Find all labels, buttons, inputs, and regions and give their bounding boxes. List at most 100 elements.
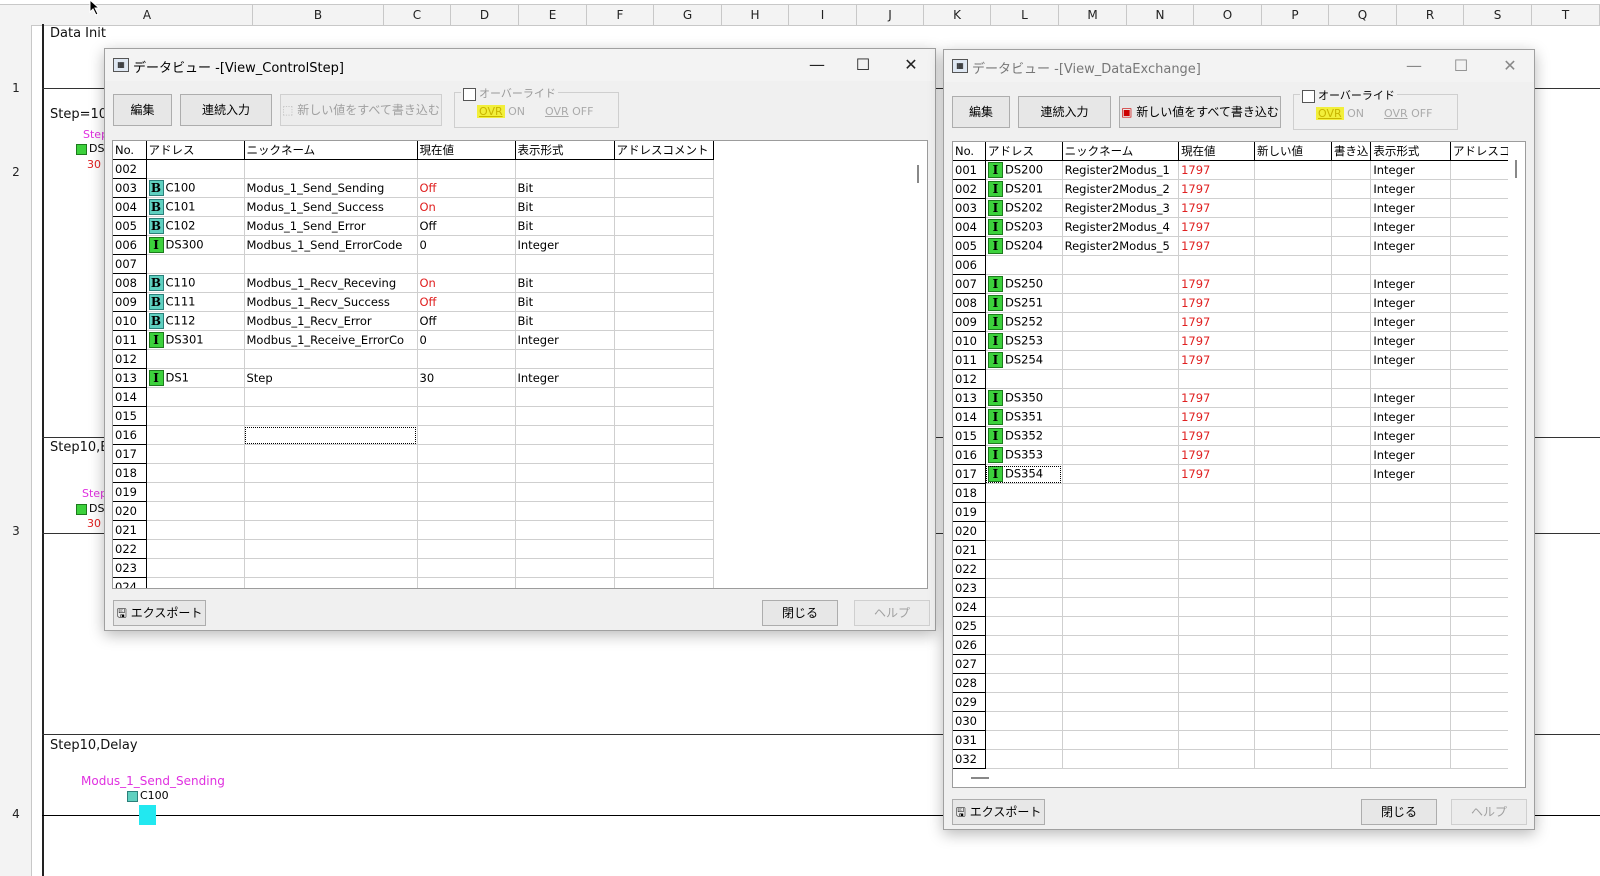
current-value-cell[interactable]: 1797: [1178, 445, 1256, 465]
new-value-cell[interactable]: [1254, 255, 1332, 275]
current-value-cell[interactable]: [1178, 673, 1256, 693]
column-header-h[interactable]: H: [722, 5, 789, 25]
new-value-cell[interactable]: [1254, 559, 1332, 579]
nickname-cell[interactable]: [244, 406, 418, 426]
format-cell[interactable]: [1370, 635, 1451, 655]
current-value-cell[interactable]: 1797: [1178, 160, 1256, 180]
column-header-j[interactable]: J: [857, 5, 924, 25]
nickname-cell[interactable]: [1062, 692, 1180, 712]
format-cell[interactable]: [1370, 654, 1451, 674]
nickname-cell[interactable]: [1062, 749, 1180, 769]
column-header-d[interactable]: D: [451, 5, 519, 25]
current-value-cell[interactable]: 1797: [1178, 236, 1256, 256]
address-comment-cell[interactable]: [614, 501, 714, 521]
continuous-input-button[interactable]: 連続入力: [180, 94, 272, 126]
column-header[interactable]: 現在値: [1178, 142, 1256, 161]
new-value-cell[interactable]: [1254, 464, 1332, 484]
current-value-cell[interactable]: 1797: [1178, 388, 1256, 408]
table-row[interactable]: 003 B C100 Modus_1_Send_Sending Off Bit: [113, 178, 714, 198]
address-cell[interactable]: [985, 749, 1063, 769]
new-value-cell[interactable]: [1254, 578, 1332, 598]
nickname-cell[interactable]: Register2Modus_1: [1062, 160, 1180, 180]
address-cell[interactable]: [146, 444, 245, 464]
address-comment-cell[interactable]: [614, 159, 714, 179]
write-cell[interactable]: [1331, 217, 1372, 237]
format-cell[interactable]: [515, 482, 615, 502]
table-row[interactable]: 008 B C110 Modbus_1_Recv_Receving On Bit: [113, 273, 714, 293]
scrollbar-thumb[interactable]: [1515, 160, 1517, 178]
table-row[interactable]: 028: [953, 673, 1525, 693]
nickname-cell[interactable]: [1062, 673, 1180, 693]
format-cell[interactable]: [1370, 616, 1451, 636]
table-row[interactable]: 025: [953, 616, 1525, 636]
table-row[interactable]: 027: [953, 654, 1525, 674]
table-row[interactable]: 020: [113, 501, 714, 521]
table-row[interactable]: 014 I DS351 1797 Integer: [953, 407, 1525, 427]
write-cell[interactable]: [1331, 179, 1372, 199]
address-cell[interactable]: I DS353: [985, 445, 1063, 465]
nickname-cell[interactable]: [1062, 331, 1180, 351]
address-comment-cell[interactable]: [614, 387, 714, 407]
write-cell[interactable]: [1331, 464, 1372, 484]
format-cell[interactable]: Integer: [1370, 445, 1451, 465]
format-cell[interactable]: [1370, 502, 1451, 522]
new-value-cell[interactable]: [1254, 483, 1332, 503]
format-cell[interactable]: [1370, 711, 1451, 731]
table-row[interactable]: 018: [113, 463, 714, 483]
nickname-cell[interactable]: [1062, 388, 1180, 408]
nickname-cell[interactable]: [244, 444, 418, 464]
horizontal-scrollbar[interactable]: [953, 770, 1508, 787]
nickname-cell[interactable]: [1062, 654, 1180, 674]
current-value-cell[interactable]: 30: [417, 368, 516, 388]
table-row[interactable]: 019: [953, 502, 1525, 522]
format-cell[interactable]: [1370, 483, 1451, 503]
format-cell[interactable]: Integer: [515, 235, 615, 255]
export-button[interactable]: 🖫 エクスポート: [113, 600, 206, 626]
current-value-cell[interactable]: 0: [417, 330, 516, 350]
current-value-cell[interactable]: [1178, 730, 1256, 750]
address-cell[interactable]: [146, 254, 245, 274]
nickname-cell[interactable]: [1062, 597, 1180, 617]
table-row[interactable]: 021: [953, 540, 1525, 560]
address-cell[interactable]: [985, 255, 1063, 275]
format-cell[interactable]: [1370, 255, 1451, 275]
format-cell[interactable]: Bit: [515, 178, 615, 198]
address-cell[interactable]: [985, 559, 1063, 579]
help-button[interactable]: ヘルプ: [854, 600, 930, 626]
address-comment-cell[interactable]: [614, 311, 714, 331]
nickname-cell[interactable]: Modbus_1_Receive_ErrorCo: [244, 330, 418, 350]
column-header[interactable]: No.: [113, 141, 147, 160]
write-cell[interactable]: [1331, 635, 1372, 655]
address-cell[interactable]: I DS253: [985, 331, 1063, 351]
nickname-cell[interactable]: [244, 425, 418, 445]
column-header[interactable]: ニックネーム: [244, 141, 418, 160]
address-cell[interactable]: B C101: [146, 197, 245, 217]
format-cell[interactable]: [1370, 749, 1451, 769]
new-value-cell[interactable]: [1254, 749, 1332, 769]
current-value-cell[interactable]: [417, 482, 516, 502]
nickname-cell[interactable]: [1062, 255, 1180, 275]
table-row[interactable]: 032: [953, 749, 1525, 769]
write-cell[interactable]: [1331, 673, 1372, 693]
address-cell[interactable]: I DS202: [985, 198, 1063, 218]
address-comment-cell[interactable]: [614, 235, 714, 255]
address-cell[interactable]: [146, 558, 245, 578]
current-value-cell[interactable]: [1178, 540, 1256, 560]
table-row[interactable]: 024: [953, 597, 1525, 617]
vertical-scrollbar[interactable]: [910, 141, 927, 588]
format-cell[interactable]: Bit: [515, 273, 615, 293]
column-header-e[interactable]: E: [519, 5, 587, 25]
address-comment-cell[interactable]: [614, 482, 714, 502]
write-cell[interactable]: [1331, 312, 1372, 332]
close-icon[interactable]: ✕: [891, 53, 931, 77]
window-titlebar[interactable]: ▦ データビュー -[View_DataExchange] — ☐ ✕: [944, 50, 1534, 82]
current-value-cell[interactable]: Off: [417, 311, 516, 331]
new-value-cell[interactable]: [1254, 654, 1332, 674]
row-header-1[interactable]: 1: [0, 81, 32, 95]
current-value-cell[interactable]: [1178, 692, 1256, 712]
address-cell[interactable]: [985, 521, 1063, 541]
nickname-cell[interactable]: Modus_1_Send_Sending: [244, 178, 418, 198]
address-cell[interactable]: B C102: [146, 216, 245, 236]
nickname-cell[interactable]: [244, 558, 418, 578]
current-value-cell[interactable]: [1178, 255, 1256, 275]
